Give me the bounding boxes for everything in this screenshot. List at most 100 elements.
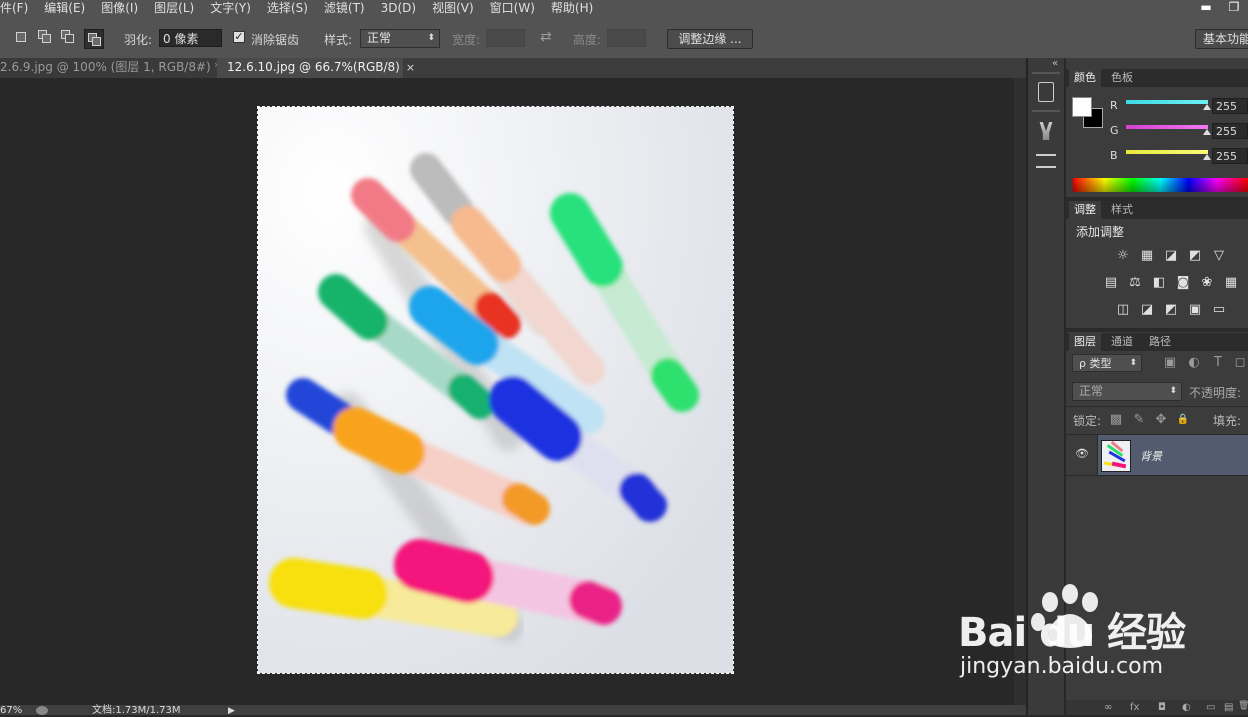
zoom-level[interactable]: 67% <box>0 705 22 717</box>
channel-r-value[interactable]: 255 <box>1212 98 1248 114</box>
menu-filter[interactable]: 滤镜(T) <box>316 0 373 20</box>
height-input[interactable] <box>607 29 646 47</box>
lock-position-icon[interactable]: ✥ <box>1153 413 1169 427</box>
channel-mixer-icon[interactable]: ❀ <box>1199 276 1215 290</box>
color-lookup-icon[interactable]: ▦ <box>1223 276 1239 290</box>
document-image[interactable] <box>257 106 734 674</box>
link-layers-icon[interactable]: ∞ <box>1104 702 1112 713</box>
type-filter-icon[interactable]: T <box>1210 356 1226 370</box>
new-adjustment-icon[interactable]: ◐ <box>1182 702 1191 713</box>
refine-edge-button[interactable]: 调整边缘 ... <box>667 29 753 49</box>
select-arrow-icon: ⬍ <box>1169 386 1177 396</box>
menu-help[interactable]: 帮助(H) <box>543 0 601 20</box>
add-selection-icon[interactable] <box>38 30 52 44</box>
channel-g-slider[interactable] <box>1126 125 1208 129</box>
shape-filter-icon[interactable]: ◻ <box>1232 356 1248 370</box>
fx-icon[interactable]: fx <box>1130 702 1139 713</box>
slider-thumb-icon[interactable] <box>1203 129 1211 135</box>
feather-input[interactable]: 0 像素 <box>159 29 222 47</box>
color-spectrum-ramp[interactable] <box>1073 178 1248 192</box>
tab-styles[interactable]: 样式 <box>1106 201 1138 219</box>
tool-presets-icon[interactable] <box>1036 154 1056 168</box>
markers-photo <box>258 107 733 673</box>
layer-filter-select[interactable]: ρ 类型 ⬍ <box>1072 354 1142 372</box>
threshold-icon[interactable]: ◩ <box>1163 303 1179 317</box>
status-menu-arrow-icon[interactable]: ▶ <box>228 705 235 717</box>
tab-doc-2[interactable]: 12.6.10.jpg @ 66.7%(RGB/8) × <box>217 58 415 78</box>
selective-color-icon[interactable]: ▣ <box>1187 303 1203 317</box>
lock-image-icon[interactable]: ✎ <box>1131 413 1147 427</box>
menu-type[interactable]: 文字(Y) <box>202 0 259 20</box>
baidu-jingyan-watermark: Bai du 经验 jingyan.baidu.com <box>958 582 1248 692</box>
menu-layer[interactable]: 图层(L) <box>146 0 202 20</box>
visibility-eye-icon[interactable]: 👁 <box>1075 447 1089 460</box>
new-selection-icon[interactable] <box>14 30 28 44</box>
channel-g-value[interactable]: 255 <box>1212 123 1248 139</box>
swap-icon[interactable]: ⇄ <box>540 29 552 45</box>
panel-grip <box>1032 72 1060 74</box>
brush-presets-icon[interactable] <box>1039 122 1053 140</box>
doc-info: 文档:1.73M/1.73M <box>92 705 181 716</box>
add-mask-icon[interactable]: ◘ <box>1158 702 1166 713</box>
collapse-icon[interactable]: « <box>1052 58 1058 69</box>
channel-r-slider[interactable] <box>1126 100 1208 104</box>
antialias-checkbox[interactable]: ✓ <box>233 31 245 43</box>
pixel-filter-icon[interactable]: ▣ <box>1162 356 1178 370</box>
style-value: 正常 <box>367 31 392 45</box>
panel-separator <box>1066 328 1248 332</box>
vibrance-icon[interactable]: ▽ <box>1211 249 1227 263</box>
menu-window[interactable]: 窗口(W) <box>482 0 543 20</box>
channel-r-label: R <box>1110 99 1118 112</box>
foreground-color-swatch[interactable] <box>1072 97 1092 117</box>
adjustment-filter-icon[interactable]: ◐ <box>1186 356 1202 370</box>
posterize-icon[interactable]: ◪ <box>1139 303 1155 317</box>
history-icon[interactable] <box>1038 82 1054 102</box>
photo-filter-icon[interactable]: ◙ <box>1175 276 1191 290</box>
close-icon[interactable]: × <box>406 61 415 74</box>
workspace-button[interactable]: 基本功能 <box>1195 29 1248 49</box>
tab-paths[interactable]: 路径 <box>1144 333 1176 351</box>
curves-icon[interactable]: ◪ <box>1163 249 1179 263</box>
invert-icon[interactable]: ◫ <box>1115 303 1131 317</box>
gradient-map-icon[interactable]: ▭ <box>1211 303 1227 317</box>
status-info-icon[interactable] <box>36 706 48 715</box>
menu-image[interactable]: 图像(I) <box>93 0 146 20</box>
slider-thumb-icon[interactable] <box>1203 154 1211 160</box>
menu-edit[interactable]: 编辑(E) <box>36 0 93 20</box>
layer-name[interactable]: 背景 <box>1140 448 1162 464</box>
brightness-contrast-icon[interactable]: ☼ <box>1115 249 1131 263</box>
tab-layers[interactable]: 图层 <box>1069 333 1101 351</box>
lock-all-icon[interactable]: 🔒 <box>1175 413 1191 427</box>
intersect-selection-icon[interactable] <box>84 29 104 49</box>
channel-b-value[interactable]: 255 <box>1212 148 1248 164</box>
menu-3d[interactable]: 3D(D) <box>373 0 424 20</box>
delete-layer-icon[interactable]: 🗑 <box>1238 701 1248 711</box>
tab-channels[interactable]: 通道 <box>1106 333 1138 351</box>
lock-transparent-icon[interactable]: ▩ <box>1108 413 1124 427</box>
hue-saturation-icon[interactable]: ▤ <box>1103 276 1119 290</box>
new-layer-icon[interactable]: ▤ <box>1224 702 1233 713</box>
fill-label: 填充: <box>1213 414 1242 428</box>
slider-thumb-icon[interactable] <box>1203 104 1211 110</box>
menu-select[interactable]: 选择(S) <box>259 0 316 20</box>
minimize-button[interactable]: ▬ <box>1192 1 1220 15</box>
channel-b-slider[interactable] <box>1126 150 1208 154</box>
layer-row-background[interactable]: 👁 背景 <box>1066 435 1248 475</box>
new-group-icon[interactable]: ▭ <box>1206 702 1215 713</box>
tab-doc-2-label: 12.6.10.jpg @ 66.7%(RGB/8) <box>227 60 400 74</box>
style-select[interactable]: 正常 ⬍ <box>360 29 440 48</box>
black-white-icon[interactable]: ◧ <box>1151 276 1167 290</box>
blend-mode-select[interactable]: 正常 ⬍ <box>1072 382 1182 401</box>
subtract-selection-icon[interactable] <box>61 30 75 44</box>
restore-button[interactable]: ❐ <box>1220 1 1248 15</box>
width-input[interactable] <box>486 29 525 47</box>
color-balance-icon[interactable]: ⚖ <box>1127 276 1143 290</box>
tab-doc-1[interactable]: 2.6.9.jpg @ 100% (图层 1, RGB/8#) *× <box>0 58 236 78</box>
exposure-icon[interactable]: ◩ <box>1187 249 1203 263</box>
menu-file[interactable]: 件(F) <box>0 0 36 20</box>
tab-swatches[interactable]: 色板 <box>1106 69 1138 87</box>
tab-color[interactable]: 颜色 <box>1069 69 1101 87</box>
levels-icon[interactable]: ▦ <box>1139 249 1155 263</box>
menu-view[interactable]: 视图(V) <box>424 0 482 20</box>
tab-adjustments[interactable]: 调整 <box>1069 201 1101 219</box>
